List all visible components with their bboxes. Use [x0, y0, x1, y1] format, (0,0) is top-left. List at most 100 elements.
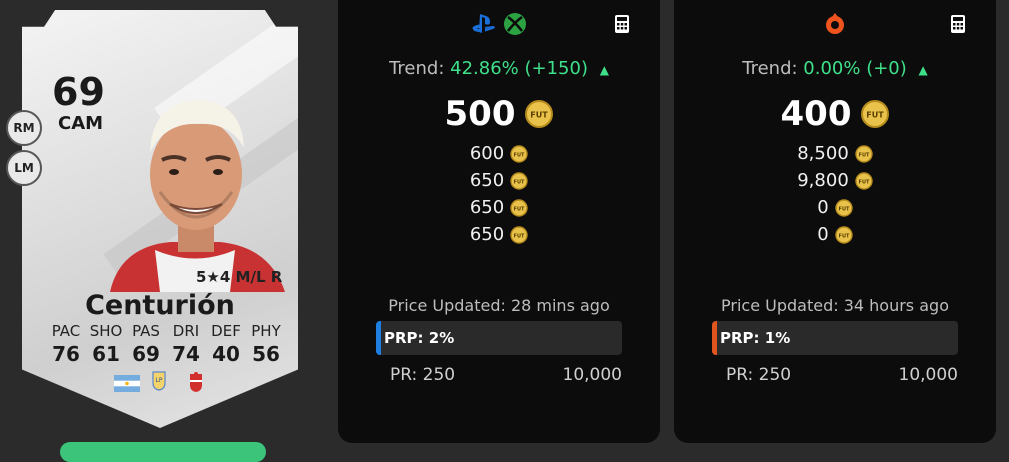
bin-price: 650	[469, 197, 505, 218]
prp-progress-bar: PRP: 1%	[712, 321, 958, 355]
prp-fill	[376, 321, 381, 355]
list-item: 8,500 FUT	[797, 140, 873, 167]
fut-coin-icon: FUT	[510, 144, 528, 163]
list-item: 9,800 FUT	[797, 167, 873, 194]
console-price-panel: Trend: 42.86% (+150) ▲ 500 FUT 600 FUT 6…	[338, 0, 660, 443]
bin-price: 600	[469, 143, 505, 164]
stat-value: 74	[172, 342, 200, 366]
club-crest-icon	[190, 372, 202, 392]
skill-weakfoot-workrate: 5★4 M/L R	[196, 268, 283, 286]
stat-label: SHO	[89, 322, 123, 340]
list-item: 650 FUT	[470, 221, 528, 248]
stat-label: PAC	[51, 322, 81, 340]
playstation-icon	[472, 14, 495, 33]
origin-icon	[826, 13, 844, 34]
trend-up-arrow-icon: ▲	[918, 63, 928, 77]
alt-position-rm[interactable]: RM	[6, 110, 42, 146]
stat-sho: SHO 61	[86, 322, 126, 366]
current-price: 400 FUT	[674, 94, 996, 134]
list-item: 650 FUT	[470, 194, 528, 221]
stat-def: DEF 40	[206, 322, 246, 366]
stat-value: 69	[132, 342, 160, 366]
prp-label: PRP: 1%	[720, 329, 791, 347]
price-range: PR: 250 10,000	[726, 365, 958, 385]
trend-label: Trend:	[389, 58, 445, 79]
trend-up-arrow-icon: ▲	[599, 63, 609, 77]
stat-label: DEF	[211, 322, 241, 340]
svg-text:FUT: FUT	[838, 233, 849, 239]
fut-coin-icon: FUT	[861, 100, 890, 128]
bin-price: 0	[817, 224, 829, 245]
stat-label: PHY	[251, 322, 281, 340]
calculator-icon[interactable]	[614, 14, 630, 34]
stat-value: 61	[92, 342, 120, 366]
svg-text:LP: LP	[156, 377, 163, 384]
svg-text:FUT: FUT	[858, 179, 869, 185]
fut-coin-icon: FUT	[525, 100, 554, 128]
stat-label: PAS	[132, 322, 160, 340]
player-position: CAM	[58, 113, 104, 134]
player-photo	[110, 100, 285, 292]
player-stats: PAC 76 SHO 61 PAS 69 DRI 74 DEF 40 PHY 5…	[46, 322, 286, 366]
player-name: Centurión	[85, 290, 235, 321]
price-updated-text: Price Updated: 34 hours ago	[721, 296, 949, 315]
xbox-icon	[504, 13, 526, 35]
price-range-min: PR: 250	[390, 365, 456, 385]
current-price-value: 500	[444, 94, 516, 134]
price-updated-text: Price Updated: 28 mins ago	[388, 296, 610, 315]
bin-price: 8,500	[797, 143, 849, 164]
stat-phy: PHY 56	[246, 322, 286, 366]
stat-label: DRI	[172, 322, 200, 340]
lowest-bin-list: 600 FUT 650 FUT 650 FUT 650 FUT	[338, 140, 660, 248]
platform-icons	[338, 12, 660, 36]
calculator-icon[interactable]	[950, 14, 966, 34]
trend-value: 42.86% (+150)	[450, 58, 588, 79]
bin-price: 0	[817, 197, 829, 218]
price-range-min: PR: 250	[726, 365, 792, 385]
stat-value: 76	[52, 342, 80, 366]
list-item: 650 FUT	[470, 167, 528, 194]
svg-text:FUT: FUT	[514, 206, 525, 212]
prp-fill	[712, 321, 717, 355]
list-item: 0 FUT	[817, 221, 853, 248]
price-range: PR: 250 10,000	[390, 365, 622, 385]
fut-coin-icon: FUT	[510, 198, 528, 217]
fut-coin-icon: FUT	[510, 171, 528, 190]
svg-text:FUT: FUT	[531, 111, 549, 120]
bin-price: 9,800	[797, 170, 849, 191]
bin-price: 650	[469, 224, 505, 245]
action-button[interactable]	[60, 442, 266, 462]
current-price: 500 FUT	[338, 94, 660, 134]
svg-text:FUT: FUT	[867, 111, 885, 120]
prp-progress-bar: PRP: 2%	[376, 321, 622, 355]
svg-text:FUT: FUT	[514, 233, 525, 239]
list-item: 0 FUT	[817, 194, 853, 221]
svg-text:FUT: FUT	[858, 152, 869, 158]
price-range-max: 10,000	[562, 365, 622, 385]
stat-pas: PAS 69	[126, 322, 166, 366]
stat-dri: DRI 74	[166, 322, 206, 366]
lowest-bin-list: 8,500 FUT 9,800 FUT 0 FUT 0 FUT	[674, 140, 996, 248]
price-range-max: 10,000	[898, 365, 958, 385]
trend-value: 0.00% (+0)	[803, 58, 907, 79]
alt-position-lm[interactable]: LM	[6, 150, 42, 186]
fut-coin-icon: FUT	[855, 144, 873, 163]
stat-pac: PAC 76	[46, 322, 86, 366]
current-price-value: 400	[780, 94, 852, 134]
bin-price: 650	[469, 170, 505, 191]
pc-price-panel: Trend: 0.00% (+0) ▲ 400 FUT 8,500 FUT 9,…	[674, 0, 996, 443]
fut-coin-icon: FUT	[835, 198, 853, 217]
list-item: 600 FUT	[470, 140, 528, 167]
fut-coin-icon: FUT	[835, 225, 853, 244]
fut-coin-icon: FUT	[510, 225, 528, 244]
trend-label: Trend:	[742, 58, 798, 79]
svg-text:FUT: FUT	[514, 179, 525, 185]
argentina-flag-icon	[114, 375, 140, 392]
stat-value: 40	[212, 342, 240, 366]
svg-text:FUT: FUT	[838, 206, 849, 212]
stat-value: 56	[252, 342, 280, 366]
player-rating: 69	[52, 70, 105, 114]
trend-row: Trend: 42.86% (+150) ▲	[338, 58, 660, 79]
league-icon: LP	[152, 371, 166, 391]
player-card-area: 69 CAM RM LM 5★4 M/L R Centurión PAC 76 …	[0, 0, 330, 462]
